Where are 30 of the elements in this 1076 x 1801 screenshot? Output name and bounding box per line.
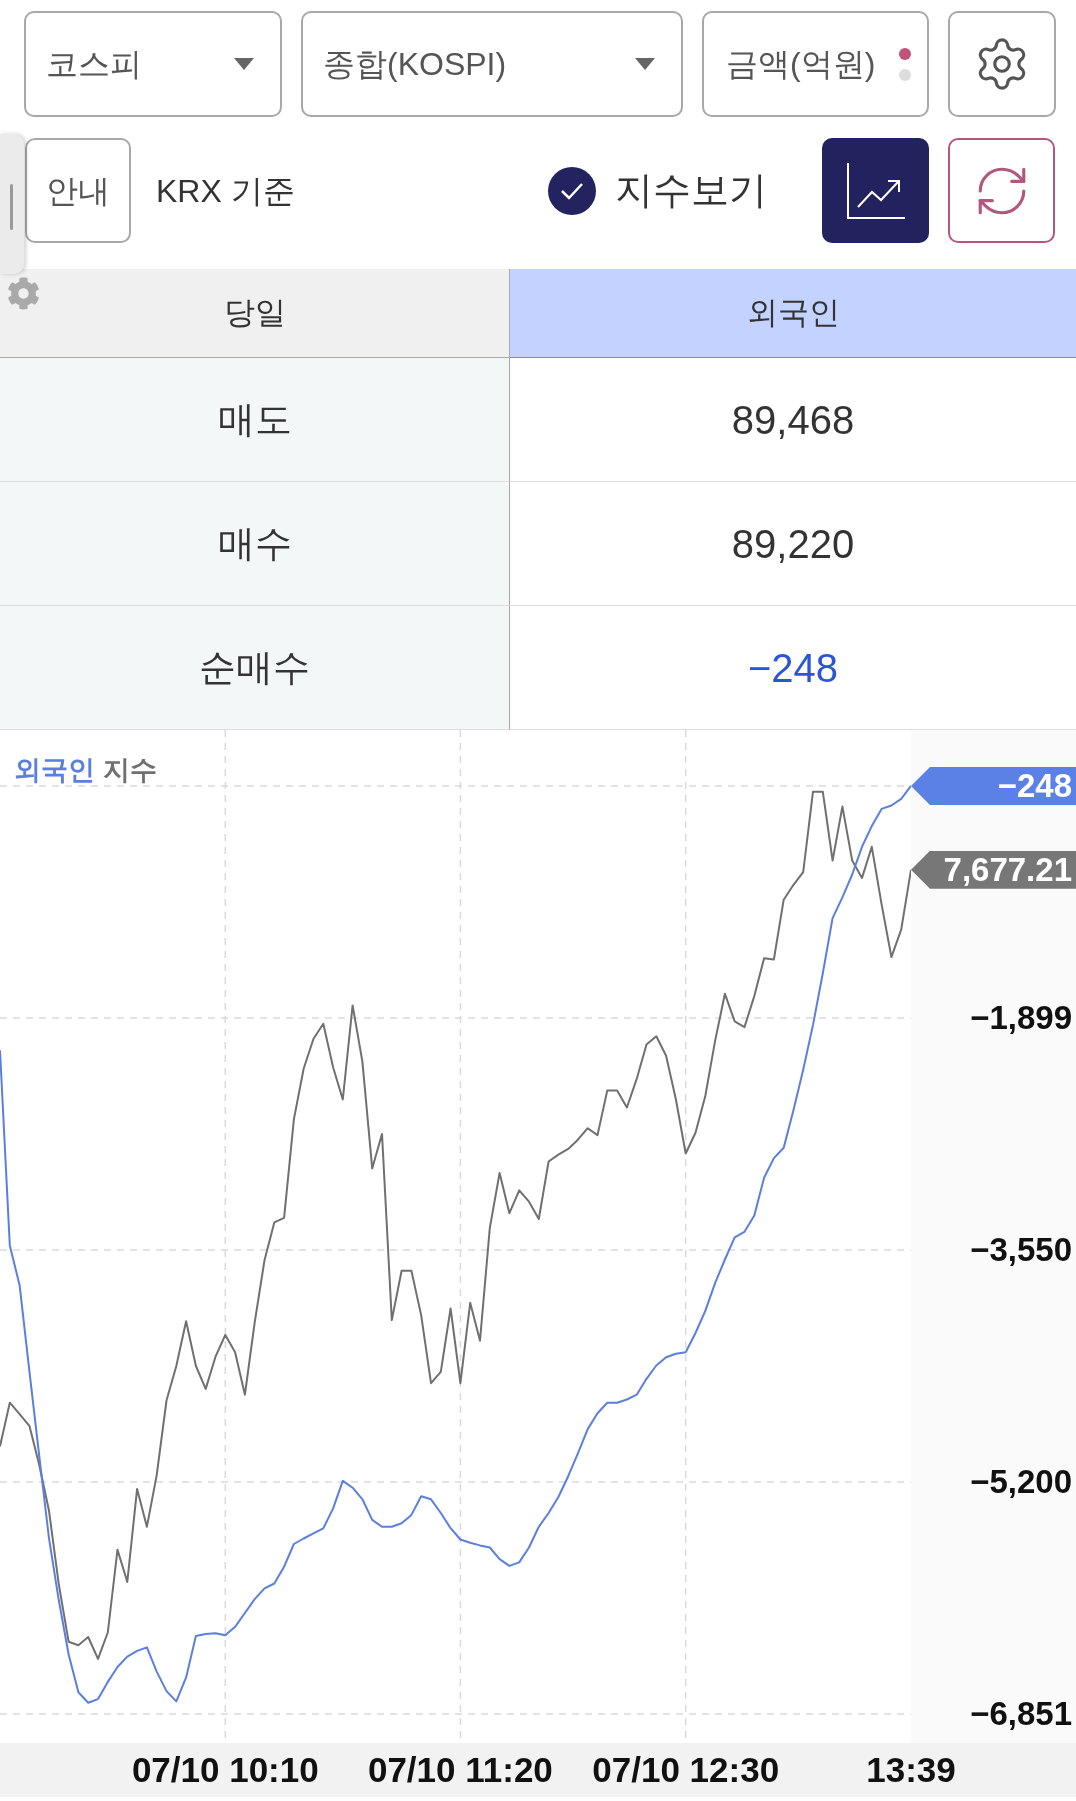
value-tag: −248 [911,766,1076,805]
row-label-cell: 매도 [0,358,510,482]
dropdown[interactable]: 종합(KOSPI) [301,11,683,117]
unit-toggle[interactable]: 금액(억원) [702,11,929,117]
x-axis-label: 13:39 [866,1748,956,1791]
x-axis-label: 07/10 11:20 [367,1748,553,1791]
y-axis-label: −6,851 [970,1694,1072,1735]
y-axis-label: −3,550 [970,1230,1072,1271]
index-checkbox[interactable]: 지수보기 [548,162,767,219]
x-axis-label: 07/10 10:10 [131,1748,319,1791]
guide-button[interactable]: 안내 [25,138,131,243]
line-chart-icon [845,161,906,220]
row-label-cell: 매수 [0,482,510,606]
settings-button[interactable] [948,11,1056,117]
legend-label: 지수 [103,754,157,787]
value-tag: 7,677.21 [911,850,1076,889]
side-handle[interactable] [0,134,24,274]
dropdown[interactable]: 코스피 [24,11,282,117]
basis-label: KRX 기준 [156,171,295,211]
refresh-button[interactable] [948,138,1055,243]
row-label-cell: 순매수 [0,606,510,730]
y-axis-label: −5,200 [970,1462,1072,1502]
y-axis-label: −1,899 [970,998,1072,1038]
caret-down-icon [234,58,254,70]
caret-down-icon [635,58,655,70]
table-header-cell: 외국인 [510,269,1076,358]
chart-view-button[interactable] [822,138,929,243]
legend-label: 외국인 [14,754,95,787]
table-header-cell: 당일 [0,269,510,358]
x-axis-label: 07/10 12:30 [592,1748,780,1791]
